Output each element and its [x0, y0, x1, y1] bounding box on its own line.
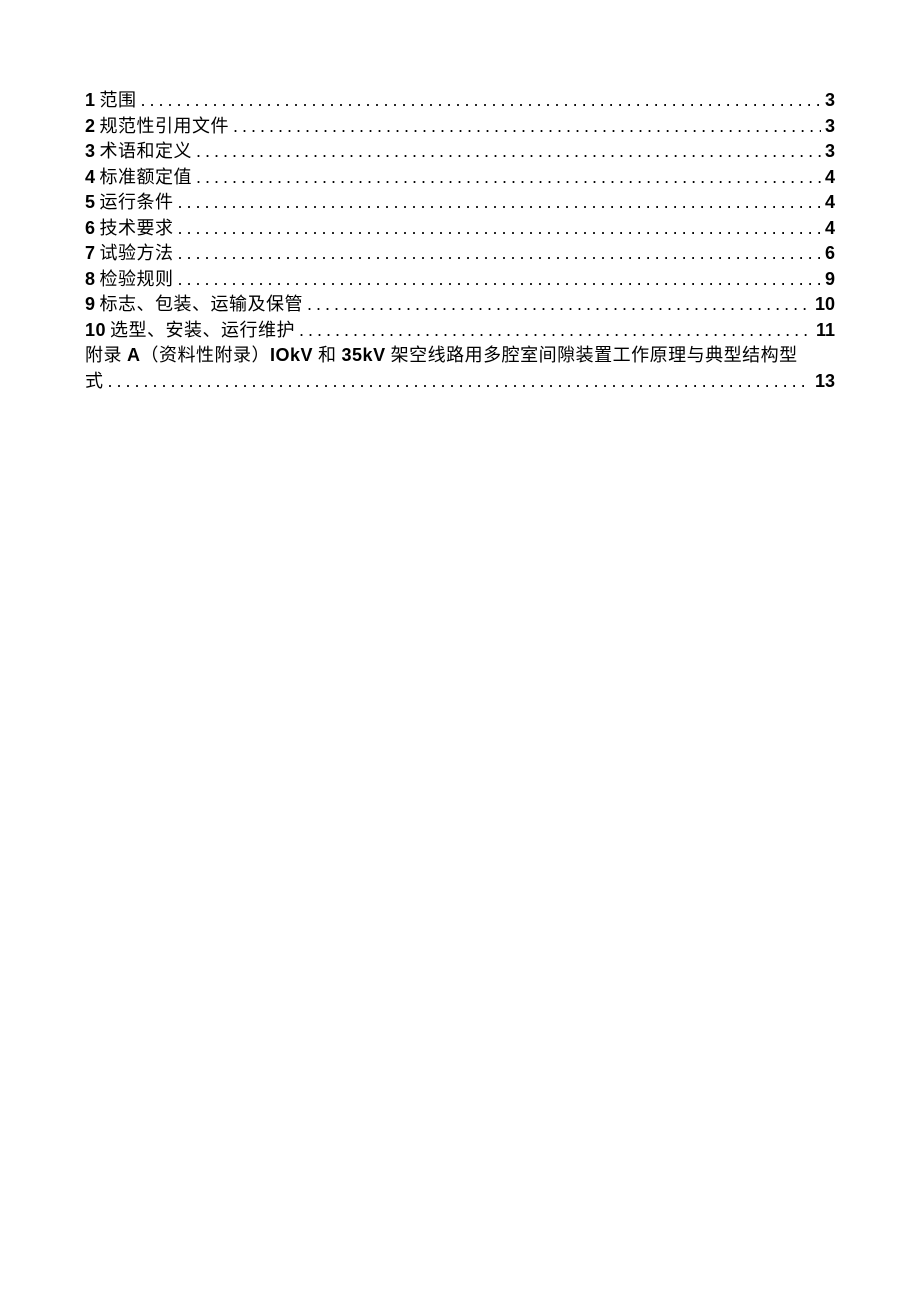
toc-label: 2规范性引用文件: [85, 114, 229, 140]
toc-label: 8检验规则: [85, 267, 174, 293]
toc-leader-dots: ........................................…: [141, 88, 821, 114]
toc-entry: 3术语和定义 .................................…: [85, 139, 835, 165]
toc-leader-dots: ........................................…: [299, 318, 812, 344]
toc-leader-dots: ........................................…: [178, 216, 821, 242]
toc-leader-dots: ........................................…: [178, 190, 821, 216]
toc-entry: 5运行条件 ..................................…: [85, 190, 835, 216]
toc-page: 4: [825, 165, 835, 191]
toc-page: 13: [815, 369, 835, 395]
toc-leader-dots: ........................................…: [233, 114, 821, 140]
toc-label: 7试验方法: [85, 241, 174, 267]
toc-page: 3: [825, 139, 835, 165]
toc-label: 5运行条件: [85, 190, 174, 216]
toc-label: 3术语和定义: [85, 139, 192, 165]
toc-page: 3: [825, 114, 835, 140]
toc-leader-dots: ........................................…: [307, 292, 811, 318]
toc-page: 4: [825, 216, 835, 242]
toc-label: 10选型、安装、运行维护: [85, 318, 295, 344]
toc-appendix-line2: 式 ......................................…: [85, 369, 835, 395]
toc-entry: 4标准额定值 .................................…: [85, 165, 835, 191]
table-of-contents: 1范围 ....................................…: [85, 88, 835, 394]
toc-leader-dots: ........................................…: [196, 165, 821, 191]
toc-page: 6: [825, 241, 835, 267]
toc-leader-dots: ........................................…: [196, 139, 821, 165]
toc-entry: 1范围 ....................................…: [85, 88, 835, 114]
toc-entry: 8检验规则 ..................................…: [85, 267, 835, 293]
toc-entry: 6技术要求 ..................................…: [85, 216, 835, 242]
toc-label: 6技术要求: [85, 216, 174, 242]
toc-leader-dots: ........................................…: [178, 267, 821, 293]
toc-page: 10: [815, 292, 835, 318]
toc-label: 4标准额定值: [85, 165, 192, 191]
toc-leader-dots: ........................................…: [108, 369, 811, 395]
toc-leader-dots: ........................................…: [178, 241, 821, 267]
toc-page: 11: [816, 318, 835, 344]
toc-page: 9: [825, 267, 835, 293]
toc-label: 9标志、包装、运输及保管: [85, 292, 303, 318]
toc-entry: 9标志、包装、运输及保管 ...........................…: [85, 292, 835, 318]
toc-label: 1范围: [85, 88, 137, 114]
toc-appendix-line1: 附录 A（资料性附录）IOkV 和 35kV 架空线路用多腔室间隙装置工作原理与…: [85, 343, 835, 369]
toc-label: 式: [85, 369, 104, 395]
toc-entry: 10选型、安装、运行维护 ...........................…: [85, 318, 835, 344]
toc-page: 4: [825, 190, 835, 216]
toc-entry: 2规范性引用文件 ...............................…: [85, 114, 835, 140]
toc-page: 3: [825, 88, 835, 114]
toc-entry: 7试验方法 ..................................…: [85, 241, 835, 267]
